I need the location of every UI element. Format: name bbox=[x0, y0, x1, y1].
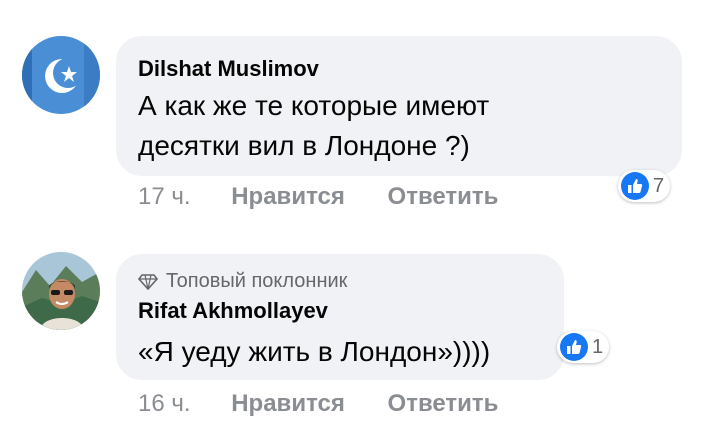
diamond-icon bbox=[138, 273, 158, 290]
comment-actions: 17 ч. Нравится Ответить bbox=[138, 183, 498, 211]
top-fan-badge: Топовый поклонник bbox=[138, 270, 347, 293]
comment-actions: 16 ч. Нравится Ответить bbox=[138, 390, 498, 418]
timestamp[interactable]: 16 ч. bbox=[138, 390, 191, 417]
person-photo-icon bbox=[22, 252, 100, 330]
comment-text-line: десятки вил в Лондоне ?) bbox=[138, 130, 470, 161]
reaction-summary[interactable]: 1 bbox=[557, 331, 610, 363]
thumbs-up-icon bbox=[621, 172, 649, 200]
comment-author[interactable]: Rifat Akhmollayev bbox=[138, 298, 328, 324]
reaction-count: 7 bbox=[653, 174, 665, 197]
badge-label: Топовый поклонник bbox=[166, 270, 348, 292]
crescent-star-flag-icon bbox=[22, 36, 100, 114]
avatar[interactable] bbox=[22, 36, 100, 114]
comment-author[interactable]: Dilshat Muslimov bbox=[138, 56, 319, 82]
reaction-summary[interactable]: 7 bbox=[618, 170, 671, 202]
reply-link[interactable]: Ответить bbox=[388, 183, 499, 210]
thumbs-up-icon bbox=[560, 333, 588, 361]
timestamp[interactable]: 17 ч. bbox=[138, 183, 191, 210]
comment-text-line: А как же те которые имеют bbox=[138, 90, 490, 121]
reaction-count: 1 bbox=[592, 335, 604, 358]
like-link[interactable]: Нравится bbox=[231, 183, 345, 210]
like-link[interactable]: Нравится bbox=[231, 390, 345, 417]
reply-link[interactable]: Ответить bbox=[388, 390, 499, 417]
avatar[interactable] bbox=[22, 252, 100, 330]
comment-text-line: «Я уеду жить в Лондон»)))) bbox=[138, 336, 491, 367]
